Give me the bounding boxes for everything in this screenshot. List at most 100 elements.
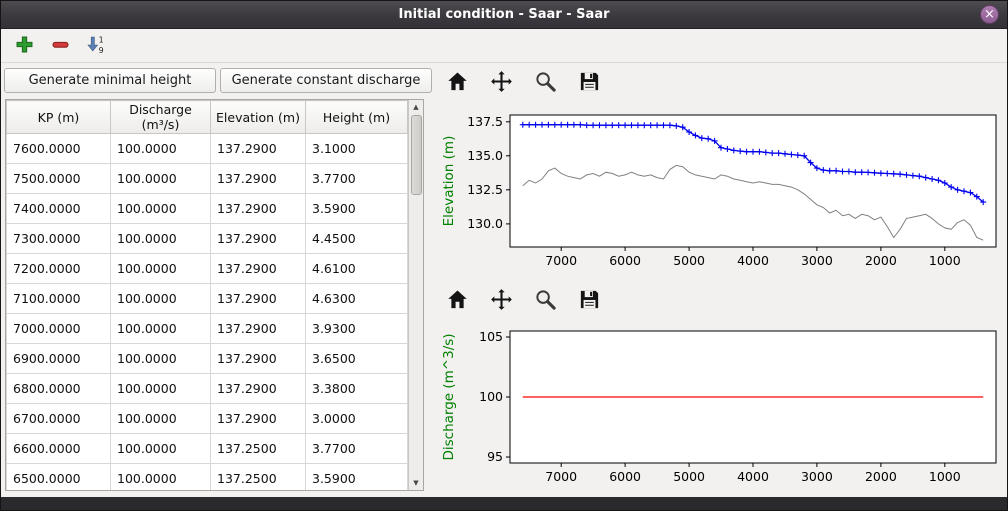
table-row: 7600.0000100.0000137.29003.1000 <box>7 134 408 164</box>
table-cell[interactable]: 3.6500 <box>306 344 408 374</box>
table-cell[interactable]: 137.2500 <box>211 434 306 464</box>
remove-row-button[interactable] <box>47 33 73 59</box>
column-header[interactable]: Elevation (m) <box>211 101 306 134</box>
table-cell[interactable]: 7500.0000 <box>7 164 111 194</box>
y-tick-label: 132.5 <box>467 182 503 197</box>
scrollbar-down-arrow[interactable]: ▼ <box>409 476 423 490</box>
table-cell[interactable]: 3.9300 <box>306 314 408 344</box>
table-cell[interactable]: 137.2900 <box>211 344 306 374</box>
x-tick-label: 6000 <box>609 469 641 484</box>
table-cell[interactable]: 137.2900 <box>211 284 306 314</box>
table-cell[interactable]: 137.2900 <box>211 314 306 344</box>
table-cell[interactable]: 4.6300 <box>306 284 408 314</box>
table-row: 7200.0000100.0000137.29004.6100 <box>7 254 408 284</box>
x-tick-label: 2000 <box>865 253 897 268</box>
table-cell[interactable]: 4.6100 <box>306 254 408 284</box>
table-cell[interactable]: 7100.0000 <box>7 284 111 314</box>
table-cell[interactable]: 137.2900 <box>211 134 306 164</box>
table-cell[interactable]: 7000.0000 <box>7 314 111 344</box>
zoom-button[interactable] <box>530 69 560 97</box>
table-cell[interactable]: 3.7700 <box>306 164 408 194</box>
table-cell[interactable]: 7600.0000 <box>7 134 111 164</box>
y-tick-label: 100 <box>479 389 503 404</box>
scrollbar-thumb[interactable] <box>411 115 422 195</box>
table-cell[interactable]: 100.0000 <box>111 284 211 314</box>
table-cell[interactable]: 6700.0000 <box>7 404 111 434</box>
table-cell[interactable]: 6600.0000 <box>7 434 111 464</box>
table-cell[interactable]: 137.2500 <box>211 464 306 492</box>
table-row: 6600.0000100.0000137.25003.7700 <box>7 434 408 464</box>
svg-text:1: 1 <box>98 35 103 44</box>
table-cell[interactable]: 4.4500 <box>306 224 408 254</box>
add-row-button[interactable] <box>11 33 37 59</box>
table-scrollbar[interactable]: ▲ ▼ <box>408 100 423 490</box>
column-header[interactable]: Discharge (m³/s) <box>111 101 211 134</box>
table-cell[interactable]: 3.5900 <box>306 194 408 224</box>
save-icon <box>578 70 601 96</box>
y-axis-label: Elevation (m) <box>441 136 457 227</box>
table-cell[interactable]: 100.0000 <box>111 224 211 254</box>
y-tick-label: 95 <box>487 449 503 464</box>
table-cell[interactable]: 137.2900 <box>211 164 306 194</box>
sort-button[interactable]: 1 9 <box>83 33 109 59</box>
initial-condition-table: KP (m)Discharge (m³/s)Elevation (m)Heigh… <box>6 100 408 491</box>
table-cell[interactable]: 3.5900 <box>306 464 408 492</box>
home-button[interactable] <box>442 69 472 97</box>
table-row: 7400.0000100.0000137.29003.5900 <box>7 194 408 224</box>
table-cell[interactable]: 7400.0000 <box>7 194 111 224</box>
initial-condition-table-container: KP (m)Discharge (m³/s)Elevation (m)Heigh… <box>5 99 424 491</box>
home-button[interactable] <box>442 287 472 315</box>
table-cell[interactable]: 100.0000 <box>111 434 211 464</box>
pan-button[interactable] <box>486 287 516 315</box>
table-cell[interactable]: 6500.0000 <box>7 464 111 492</box>
table-cell[interactable]: 137.2900 <box>211 194 306 224</box>
column-header[interactable]: Height (m) <box>306 101 408 134</box>
table-cell[interactable]: 3.0000 <box>306 404 408 434</box>
table-cell[interactable]: 3.3800 <box>306 374 408 404</box>
y-tick-label: 130.0 <box>467 216 503 231</box>
table-cell[interactable]: 100.0000 <box>111 464 211 492</box>
x-tick-label: 3000 <box>801 469 833 484</box>
table-row: 7100.0000100.0000137.29004.6300 <box>7 284 408 314</box>
table-row: 6900.0000100.0000137.29003.6500 <box>7 344 408 374</box>
table-cell[interactable]: 3.1000 <box>306 134 408 164</box>
table-cell[interactable]: 7300.0000 <box>7 224 111 254</box>
table-cell[interactable]: 100.0000 <box>111 404 211 434</box>
table-cell[interactable]: 137.2900 <box>211 224 306 254</box>
table-cell[interactable]: 100.0000 <box>111 164 211 194</box>
save-button[interactable] <box>574 287 604 315</box>
scrollbar-track[interactable] <box>409 114 423 476</box>
table-cell[interactable]: 100.0000 <box>111 314 211 344</box>
save-button[interactable] <box>574 69 604 97</box>
table-cell[interactable]: 6800.0000 <box>7 374 111 404</box>
column-header[interactable]: KP (m) <box>7 101 111 134</box>
y-tick-label: 105 <box>479 329 503 344</box>
home-icon <box>446 70 469 96</box>
pan-button[interactable] <box>486 69 516 97</box>
table-cell[interactable]: 137.2900 <box>211 374 306 404</box>
table-cell[interactable]: 100.0000 <box>111 344 211 374</box>
x-tick-label: 7000 <box>545 469 577 484</box>
table-cell[interactable]: 137.2900 <box>211 404 306 434</box>
y-tick-label: 135.0 <box>467 148 503 163</box>
table-cell[interactable]: 100.0000 <box>111 134 211 164</box>
table-cell[interactable]: 137.2900 <box>211 254 306 284</box>
table-cell[interactable]: 100.0000 <box>111 254 211 284</box>
table-cell[interactable]: 6900.0000 <box>7 344 111 374</box>
x-tick-label: 7000 <box>545 253 577 268</box>
plot-area[interactable] <box>510 115 996 247</box>
elevation-chart[interactable]: 7000600050004000300020001000137.5135.013… <box>438 105 1004 281</box>
table-cell[interactable]: 100.0000 <box>111 194 211 224</box>
x-tick-label: 5000 <box>673 469 705 484</box>
zoom-button[interactable] <box>530 287 560 315</box>
generate-minimal-height-button[interactable]: Generate minimal height <box>4 68 216 93</box>
close-button[interactable]: × <box>980 5 999 24</box>
table-cell[interactable]: 3.7700 <box>306 434 408 464</box>
titlebar[interactable]: Initial condition - Saar - Saar × <box>1 1 1007 29</box>
discharge-chart[interactable]: 700060005000400030002000100010510095Disc… <box>438 321 1004 497</box>
table-cell[interactable]: 7200.0000 <box>7 254 111 284</box>
generate-buttons-row: Generate minimal height Generate constan… <box>4 68 432 93</box>
table-cell[interactable]: 100.0000 <box>111 374 211 404</box>
generate-constant-discharge-button[interactable]: Generate constant discharge <box>220 68 432 93</box>
scrollbar-up-arrow[interactable]: ▲ <box>409 100 423 114</box>
